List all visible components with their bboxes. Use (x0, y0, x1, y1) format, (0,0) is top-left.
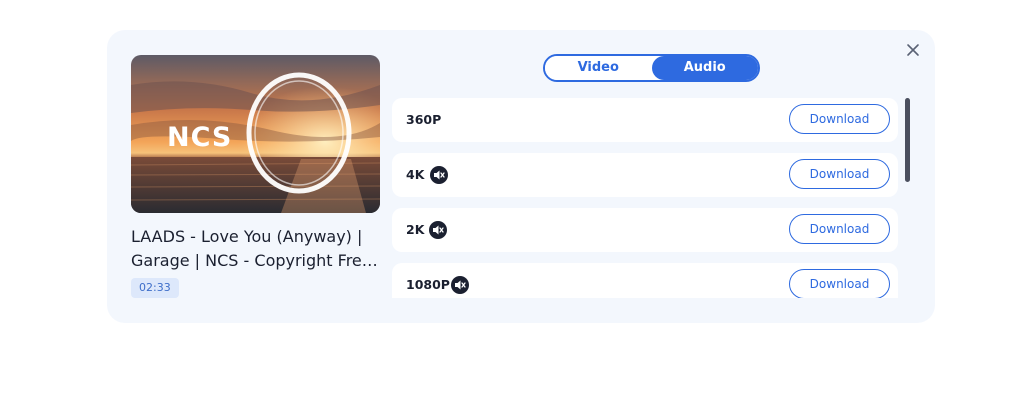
quality-label: 360P (406, 112, 442, 127)
list-scrollbar[interactable] (905, 98, 910, 182)
format-list[interactable]: 360P Download 4K Download 2K Download 10… (392, 98, 898, 298)
tab-video[interactable]: Video (545, 56, 652, 80)
speaker-mute-icon (429, 221, 447, 239)
video-thumbnail: NCS (131, 55, 380, 213)
close-button[interactable] (905, 42, 921, 58)
thumbnail-logo: NCS (167, 122, 232, 153)
video-title: LAADS - Love You (Anyway) | Garage | NCS… (131, 227, 378, 270)
format-tabs: Video Audio (543, 54, 760, 82)
download-button[interactable]: Download (789, 159, 890, 189)
download-button[interactable]: Download (789, 104, 890, 134)
duration-badge: 02:33 (131, 278, 179, 298)
format-row: 4K Download (392, 153, 898, 197)
close-icon (907, 44, 919, 56)
speaker-mute-icon (451, 276, 469, 294)
speaker-mute-icon (430, 166, 448, 184)
download-button[interactable]: Download (789, 269, 890, 298)
format-row: 1080P Download (392, 263, 898, 298)
format-row: 2K Download (392, 208, 898, 252)
tab-audio[interactable]: Audio (651, 56, 758, 80)
format-row: 360P Download (392, 98, 898, 142)
download-button[interactable]: Download (789, 214, 890, 244)
download-dialog: NCS LAADS - Love You (Anyway) | Garage |… (107, 30, 935, 323)
quality-label: 1080P (406, 277, 450, 292)
quality-label: 4K (406, 167, 425, 182)
quality-label: 2K (406, 222, 425, 237)
